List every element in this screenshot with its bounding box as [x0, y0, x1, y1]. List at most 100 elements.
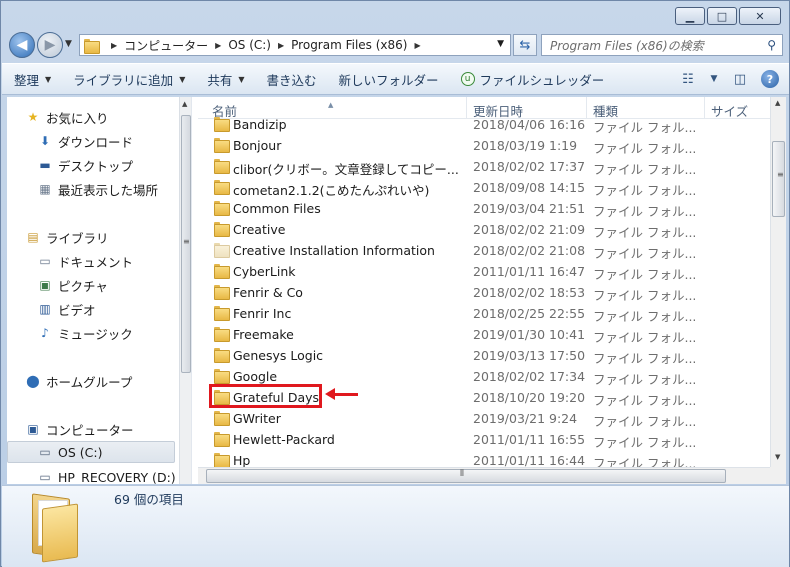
command-bar: 整理 ▼ ライブラリに追加 ▼ 共有 ▼ 書き込む 新しいフォルダー u ファイルシュレ… — [2, 63, 789, 95]
file-list-horizontal-scrollbar[interactable]: ⦀ — [198, 467, 770, 484]
file-name: Fenrir & Co — [233, 285, 303, 300]
recent-pages-dropdown[interactable]: ▼ — [65, 39, 72, 49]
add-to-library-menu[interactable]: ライブラリに追加 ▼ — [73, 70, 185, 89]
nav-computer[interactable]: ▣ コンピューター — [25, 418, 133, 440]
file-list: ▲ 名前 更新日時 種類 サイズ Bandizip 2018/04/06 16:1… — [198, 97, 786, 484]
nav-homegroup[interactable]: ⬤ ホームグループ — [25, 370, 132, 392]
table-row[interactable]: clibor(クリボー。文章登録してコピー... 2018/02/02 17:37… — [198, 156, 770, 177]
nav-music[interactable]: ♪ ミュージック — [37, 322, 133, 344]
nav-pictures[interactable]: ▣ ピクチャ — [37, 274, 108, 296]
table-row[interactable]: Bandizip 2018/04/06 16:16 ファイル フォル... — [198, 114, 770, 135]
table-row[interactable]: Freemake 2019/01/30 10:41 ファイル フォル... — [198, 324, 770, 345]
table-row[interactable]: GWriter 2019/03/21 9:24 ファイル フォル... — [198, 408, 770, 429]
folder-icon — [214, 117, 230, 132]
table-row[interactable]: Creative 2018/02/02 21:09 ファイル フォル... — [198, 219, 770, 240]
share-menu[interactable]: 共有 ▼ — [207, 70, 244, 89]
nav-scrollbar[interactable]: ▲ ≡ — [179, 97, 191, 484]
file-shredder-button[interactable]: u ファイルシュレッダー — [460, 70, 604, 89]
change-view-icon[interactable]: ☷ — [677, 70, 699, 88]
view-dropdown-icon[interactable]: ▼ — [709, 70, 719, 88]
horizontal-scroll-thumb[interactable] — [206, 469, 726, 483]
nav-os-drive[interactable]: ▭ OS (C:) — [7, 441, 175, 463]
chevron-right-icon[interactable]: ▶ — [111, 41, 117, 50]
file-type: ファイル フォル... — [593, 267, 697, 282]
table-row[interactable]: CyberLink 2011/01/11 16:47 ファイル フォル... — [198, 261, 770, 282]
file-date: 2018/02/25 22:55 — [473, 306, 586, 321]
file-list-vertical-scrollbar[interactable]: ▲ ≡ ▼ — [770, 97, 786, 467]
nav-videos[interactable]: ▥ ビデオ — [37, 298, 95, 320]
file-date: 2011/01/11 16:47 — [473, 264, 586, 279]
search-icon[interactable]: ⚲ — [767, 38, 776, 52]
minimize-button[interactable]: ▁ — [675, 7, 705, 25]
folder-icon — [214, 411, 230, 426]
folder-front-shape — [42, 503, 78, 563]
nav-downloads-label: ダウンロード — [58, 134, 134, 150]
recent-places-icon: ▦ — [39, 182, 51, 196]
chevron-right-icon[interactable]: ▶ — [414, 41, 420, 50]
help-icon[interactable]: ? — [761, 70, 779, 88]
breadcrumb: ▶ コンピューター ▶ OS (C:) ▶ Program Files (x86… — [104, 37, 428, 54]
maximize-button[interactable]: □ — [707, 7, 737, 25]
add-to-library-label: ライブラリに追加 — [73, 72, 174, 88]
table-row[interactable]: Fenrir & Co 2018/02/02 18:53 ファイル フォル... — [198, 282, 770, 303]
back-button[interactable]: ◀ — [9, 32, 35, 58]
breadcrumb-computer[interactable]: コンピューター — [124, 37, 208, 54]
table-row[interactable]: Creative Installation Information 2018/02… — [198, 240, 770, 261]
nav-desktop[interactable]: ▬ デスクトップ — [37, 154, 133, 176]
scroll-down-icon[interactable]: ▼ — [775, 453, 780, 461]
nav-recovery-drive-label: HP_RECOVERY (D:) — [58, 469, 176, 485]
folder-icon — [214, 138, 230, 153]
drive-icon: ▭ — [39, 470, 51, 484]
table-row[interactable]: cometan2.1.2(こめたんぷれいや) 2018/09/08 14:15 ファ… — [198, 177, 770, 198]
nav-documents-label: ドキュメント — [58, 254, 134, 270]
folder-large-icon — [28, 493, 90, 563]
table-row[interactable]: Bonjour 2018/03/19 1:19 ファイル フォル... — [198, 135, 770, 156]
organize-menu[interactable]: 整理 ▼ — [14, 70, 51, 89]
chevron-right-icon[interactable]: ▶ — [278, 41, 284, 50]
organize-label: 整理 — [14, 72, 40, 88]
file-type: ファイル フォル... — [593, 372, 697, 387]
folder-icon — [214, 222, 230, 237]
vertical-scroll-thumb[interactable]: ≡ — [772, 141, 785, 217]
folder-icon — [214, 369, 230, 384]
shredder-icon: u — [460, 72, 475, 86]
scroll-up-icon[interactable]: ▲ — [775, 99, 780, 107]
nav-documents[interactable]: ▭ ドキュメント — [37, 250, 133, 272]
nav-favorites[interactable]: ★ お気に入り — [25, 106, 109, 128]
search-placeholder: Program Files (x86)の検索 — [550, 38, 704, 53]
forward-button[interactable]: ▶ — [37, 32, 63, 58]
file-name: cometan2.1.2(こめたんぷれいや) — [233, 183, 430, 198]
refresh-button[interactable]: ⇆ — [513, 34, 537, 56]
new-folder-button[interactable]: 新しいフォルダー — [339, 70, 439, 89]
table-row[interactable]: Common Files 2019/03/04 21:51 ファイル フォル... — [198, 198, 770, 219]
nav-downloads[interactable]: ⬇ ダウンロード — [37, 130, 133, 152]
preview-pane-icon[interactable]: ◫ — [729, 70, 751, 88]
file-type: ファイル フォル... — [593, 204, 697, 219]
nav-recovery-drive[interactable]: ▭ HP_RECOVERY (D:) — [37, 466, 176, 485]
nav-libraries[interactable]: ▤ ライブラリ — [25, 226, 108, 248]
homegroup-icon: ⬤ — [26, 374, 40, 388]
breadcrumb-program-files[interactable]: Program Files (x86) — [291, 38, 407, 52]
folder-icon — [214, 201, 230, 216]
file-date: 2018/02/02 17:37 — [473, 159, 586, 174]
table-row[interactable]: Genesys Logic 2019/03/13 17:50 ファイル フォル... — [198, 345, 770, 366]
grip-icon: ⦀ — [460, 469, 464, 479]
nav-recent[interactable]: ▦ 最近表示した場所 — [37, 178, 158, 200]
file-name: Genesys Logic — [233, 348, 324, 363]
chevron-right-icon[interactable]: ▶ — [215, 41, 221, 50]
burn-button[interactable]: 書き込む — [267, 70, 317, 89]
folder-icon — [214, 264, 230, 279]
scroll-up-icon[interactable]: ▲ — [182, 100, 187, 108]
folder-icon — [214, 306, 230, 321]
address-bar[interactable]: ▶ コンピューター ▶ OS (C:) ▶ Program Files (x86… — [79, 34, 511, 56]
search-input[interactable]: Program Files (x86)の検索 ⚲ — [541, 34, 783, 56]
address-dropdown-icon[interactable]: ▼ — [497, 39, 504, 49]
libraries-icon: ▤ — [27, 230, 39, 244]
file-type: ファイル フォル... — [593, 288, 697, 303]
pane-splitter[interactable] — [191, 97, 198, 484]
breadcrumb-os-drive[interactable]: OS (C:) — [228, 38, 271, 52]
file-name: Creative — [233, 222, 286, 237]
close-button[interactable]: ✕ — [739, 7, 781, 25]
table-row[interactable]: Fenrir Inc 2018/02/25 22:55 ファイル フォル... — [198, 303, 770, 324]
table-row[interactable]: Hewlett-Packard 2011/01/11 16:55 ファイル フォル.… — [198, 429, 770, 450]
